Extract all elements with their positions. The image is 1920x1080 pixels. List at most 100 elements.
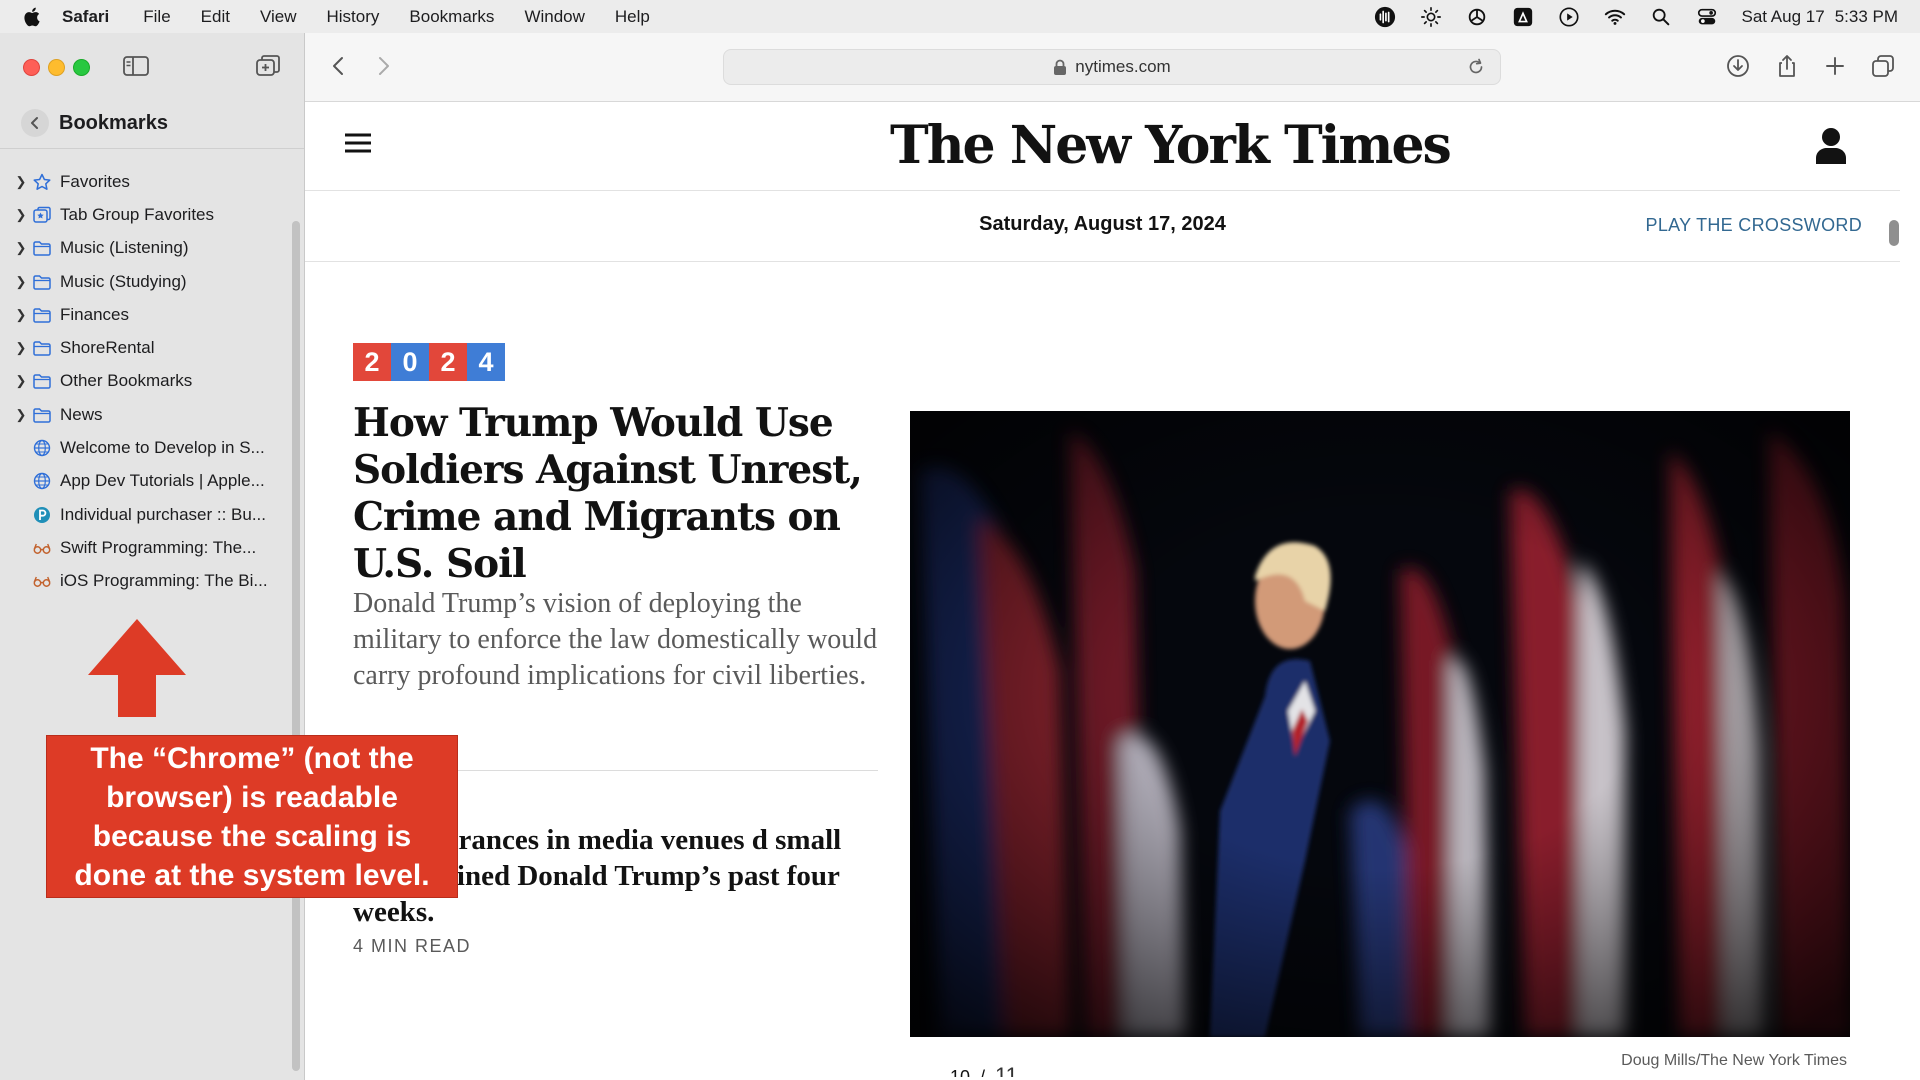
sidebar-item-individual-purchaser-bu[interactable]: Individual purchaser :: Bu... — [0, 498, 290, 531]
account-icon[interactable] — [1814, 126, 1848, 166]
menu-history[interactable]: History — [327, 7, 380, 27]
search-icon[interactable] — [1650, 6, 1672, 28]
menu-view[interactable]: View — [260, 7, 297, 27]
sidebar-item-label: News — [60, 404, 103, 424]
audio-waveform-icon[interactable] — [1374, 6, 1396, 28]
menu-app-safari[interactable]: Safari — [62, 7, 109, 27]
sidebar-item-finances[interactable]: ❯ Finances — [0, 298, 290, 331]
folder-icon — [28, 239, 60, 257]
chevron-right-icon[interactable]: ❯ — [14, 407, 28, 423]
badge-digit: 2 — [429, 343, 467, 381]
sidebar-item-label: iOS Programming: The Bi... — [60, 571, 268, 591]
annotation-arrow-icon — [88, 619, 186, 717]
menu-edit[interactable]: Edit — [201, 7, 230, 27]
folder-icon — [28, 372, 60, 390]
photo-credit: Doug Mills/The New York Times — [1621, 1052, 1847, 1069]
tab-overview-icon[interactable] — [1870, 53, 1896, 79]
sidebar-item-label: Music (Listening) — [60, 238, 189, 258]
election-2024-badge[interactable]: 2 0 2 4 — [353, 343, 505, 381]
share-icon[interactable] — [1774, 53, 1800, 79]
slide-separator: / — [980, 1067, 986, 1077]
zoom-window-button[interactable] — [73, 59, 90, 76]
wifi-icon[interactable] — [1604, 6, 1626, 28]
downloads-icon[interactable] — [1725, 53, 1751, 79]
hamburger-menu-icon[interactable] — [343, 130, 373, 156]
address-bar[interactable]: nytimes.com — [723, 49, 1501, 85]
sidebar-item-music-listening[interactable]: ❯ Music (Listening) — [0, 232, 290, 265]
minimize-window-button[interactable] — [48, 59, 65, 76]
sidebar-item-welcome-to-develop-in-s[interactable]: Welcome to Develop in S... — [0, 431, 290, 464]
page-vertical-scrollbar[interactable] — [1889, 220, 1899, 246]
apple-icon[interactable] — [22, 6, 44, 28]
chevron-right-icon[interactable]: ❯ — [14, 240, 28, 256]
badge-digit: 4 — [467, 343, 505, 381]
sidebar-item-ios-programming-the-bi[interactable]: iOS Programming: The Bi... — [0, 565, 290, 598]
sidebar-item-app-dev-tutorials-apple[interactable]: App Dev Tutorials | Apple... — [0, 465, 290, 498]
sidebar-item-favorites[interactable]: ❯ Favorites — [0, 165, 290, 198]
globe-icon — [28, 472, 60, 490]
control-center-icon[interactable] — [1696, 6, 1718, 28]
glasses-icon — [28, 539, 60, 557]
play-crossword-link[interactable]: PLAY THE CROSSWORD — [1646, 215, 1862, 236]
safari-window: Bookmarks ❯ Favorites ❯ Tab Group Favorites… — [0, 33, 1920, 1080]
sidebar-item-music-studying[interactable]: ❯ Music (Studying) — [0, 265, 290, 298]
clock[interactable]: Sat Aug 17 5:33 PM — [1742, 7, 1899, 27]
chevron-right-icon[interactable]: ❯ — [14, 373, 28, 389]
reload-icon[interactable] — [1466, 57, 1486, 77]
folder-icon — [28, 406, 60, 424]
chevron-right-icon[interactable]: ❯ — [14, 307, 28, 323]
sidebar-item-news[interactable]: ❯ News — [0, 398, 290, 431]
bookmarks-back-button[interactable] — [21, 109, 49, 137]
chevron-right-icon[interactable]: ❯ — [14, 207, 28, 223]
sidebar-toggle-icon[interactable] — [122, 53, 150, 79]
menu-bookmarks[interactable]: Bookmarks — [409, 7, 494, 27]
close-window-button[interactable] — [23, 59, 40, 76]
sidebar-item-tab-group-favorites[interactable]: ❯ Tab Group Favorites — [0, 198, 290, 231]
menu-window[interactable]: Window — [524, 7, 584, 27]
p-circle-icon — [28, 506, 60, 524]
slide-total: 11 — [995, 1063, 1018, 1077]
slideshow-counter: 10 / 11 — [950, 1063, 1018, 1077]
sidebar-scrollbar[interactable] — [292, 221, 300, 1071]
dateline-bar: Saturday, August 17, 2024 PLAY THE CROSS… — [305, 191, 1900, 262]
clock-date: Sat Aug 17 — [1741, 6, 1825, 26]
lock-icon — [1054, 59, 1067, 75]
lead-summary[interactable]: Donald Trump’s vision of deploying the m… — [353, 586, 893, 694]
folder-icon — [28, 273, 60, 291]
new-tab-group-icon[interactable] — [254, 53, 282, 79]
sidebar-item-label: Swift Programming: The... — [60, 537, 257, 557]
badge-digit: 0 — [391, 343, 429, 381]
new-tab-icon[interactable] — [1822, 53, 1848, 79]
badge-digit: 2 — [353, 343, 391, 381]
sidebar-item-shorerental[interactable]: ❯ ShoreRental — [0, 331, 290, 364]
chevron-right-icon[interactable]: ❯ — [14, 274, 28, 290]
menu-file[interactable]: File — [143, 7, 170, 27]
folder-icon — [28, 306, 60, 324]
chevron-right-icon[interactable]: ❯ — [14, 174, 28, 190]
menu-help[interactable]: Help — [615, 7, 650, 27]
status-area: Sat Aug 17 5:33 PM — [1374, 0, 1899, 33]
forward-arrow-icon[interactable] — [371, 54, 395, 78]
sidebar-item-swift-programming-the[interactable]: Swift Programming: The... — [0, 531, 290, 564]
drive-icon[interactable] — [1512, 6, 1534, 28]
play-circle-icon[interactable] — [1558, 6, 1580, 28]
lead-headline[interactable]: How Trump Would Use Soldiers Against Unr… — [353, 400, 878, 588]
glasses-icon — [28, 572, 60, 590]
sidebar-item-label: ShoreRental — [60, 338, 155, 358]
brightness-icon[interactable] — [1420, 6, 1442, 28]
openai-icon[interactable] — [1466, 6, 1488, 28]
back-arrow-icon[interactable] — [327, 54, 351, 78]
chevron-right-icon[interactable]: ❯ — [14, 340, 28, 356]
secondary-read-time: 4 MIN READ — [353, 936, 472, 956]
chevron-left-icon — [31, 117, 38, 129]
nyt-masthead-logo[interactable]: The New York Times — [890, 116, 1452, 176]
sidebar-item-label: Welcome to Develop in S... — [60, 438, 265, 458]
sidebar-item-other-bookmarks[interactable]: ❯ Other Bookmarks — [0, 365, 290, 398]
web-content: The New York Times Saturday, August 17, … — [305, 102, 1905, 1077]
tab-group-icon — [28, 206, 60, 224]
bookmarks-title: Bookmarks — [59, 111, 168, 134]
star-icon — [28, 173, 60, 191]
bookmarks-sidebar: Bookmarks ❯ Favorites ❯ Tab Group Favorites… — [0, 33, 305, 1080]
sidebar-item-label: Favorites — [60, 171, 130, 191]
lead-photo[interactable] — [910, 411, 1850, 1037]
